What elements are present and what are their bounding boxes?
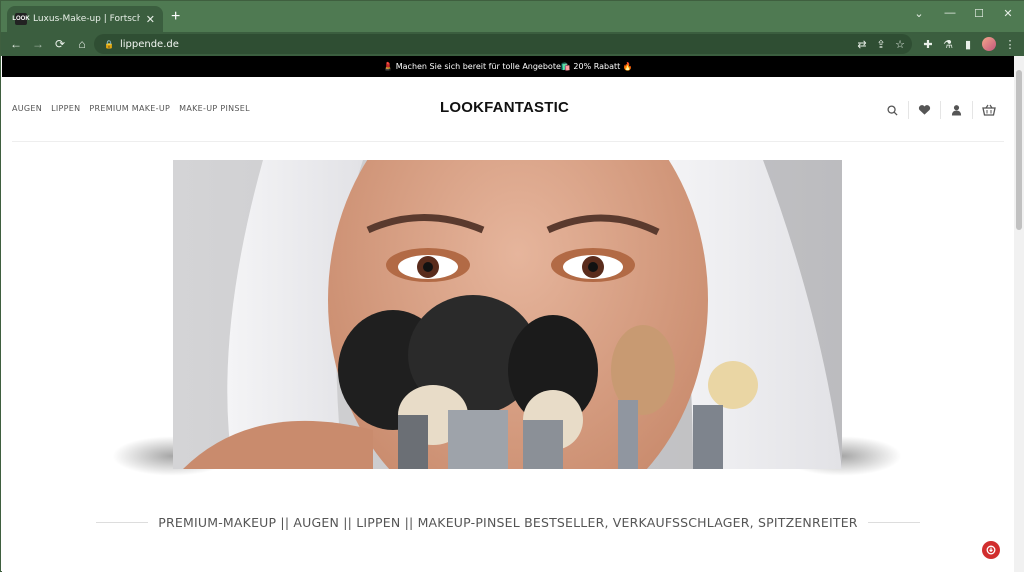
- lock-icon[interactable]: 🔒: [104, 40, 114, 49]
- nav-item-makeup-pinsel[interactable]: MAKE-UP PINSEL: [179, 104, 250, 113]
- nav-item-lippen[interactable]: LIPPEN: [51, 104, 80, 113]
- forward-icon[interactable]: →: [27, 33, 49, 55]
- main-nav: AUGEN LIPPEN PREMIUM MAKE-UP MAKE-UP PIN…: [12, 104, 250, 113]
- hero-image[interactable]: [173, 160, 842, 469]
- tab-strip: LOOK Luxus-Make-up | Fortschrittliche ✕ …: [1, 1, 1024, 32]
- divider-right: [867, 522, 920, 523]
- labs-flask-icon[interactable]: ⚗: [938, 34, 958, 54]
- avatar: [982, 37, 996, 51]
- menu-kebab-icon[interactable]: ⋮: [1000, 34, 1020, 54]
- heart-icon[interactable]: [908, 101, 940, 119]
- url-text: lippende.de: [119, 38, 179, 50]
- header-icons: [876, 101, 1004, 119]
- back-icon[interactable]: ←: [5, 33, 27, 55]
- site-header: AUGEN LIPPEN PREMIUM MAKE-UP MAKE-UP PIN…: [12, 77, 1004, 142]
- favicon: LOOK: [12, 13, 30, 25]
- scrollbar-thumb[interactable]: [1016, 70, 1022, 230]
- browser-window: LOOK Luxus-Make-up | Fortschrittliche ✕ …: [0, 0, 1024, 572]
- extensions-icon[interactable]: ✚: [918, 34, 938, 54]
- browser-toolbar: ← → ⟳ ⌂ 🔒 lippende.de ⇄ ⇪ ☆ ✚ ⚗ ▮ ⋮: [1, 32, 1024, 56]
- divider-left: [96, 522, 149, 523]
- nav-item-premium-makeup[interactable]: PREMIUM MAKE-UP: [89, 104, 170, 113]
- home-icon[interactable]: ⌂: [71, 33, 93, 55]
- tab-title: Luxus-Make-up | Fortschrittliche: [33, 14, 140, 24]
- side-panel-icon[interactable]: ▮: [958, 34, 978, 54]
- translate-icon[interactable]: ⇄: [852, 34, 872, 54]
- search-icon[interactable]: [876, 101, 908, 119]
- site-logo[interactable]: LOOKFANTASTIC: [440, 99, 569, 116]
- minimize-icon[interactable]: —: [936, 5, 964, 21]
- bookmark-star-icon[interactable]: ☆: [890, 34, 910, 54]
- profile-avatar[interactable]: [979, 34, 999, 54]
- reload-icon[interactable]: ⟳: [49, 33, 71, 55]
- section-heading: PREMIUM-MAKEUP || AUGEN || LIPPEN || MAK…: [2, 515, 1014, 530]
- user-icon[interactable]: [940, 101, 972, 119]
- maximize-icon[interactable]: ☐: [965, 5, 993, 21]
- promo-banner[interactable]: 💄 Machen Sie sich bereit für tolle Angeb…: [2, 56, 1014, 77]
- window-close-icon[interactable]: ✕: [994, 5, 1022, 21]
- address-bar[interactable]: 🔒 lippende.de: [94, 34, 912, 54]
- tab-search-icon[interactable]: ⌄: [905, 5, 933, 21]
- floating-action-button[interactable]: [982, 541, 1000, 559]
- section-title-text: PREMIUM-MAKEUP || AUGEN || LIPPEN || MAK…: [158, 515, 858, 530]
- web-page: 💄 Machen Sie sich bereit für tolle Angeb…: [2, 56, 1014, 572]
- new-tab-icon[interactable]: +: [171, 9, 180, 25]
- close-tab-icon[interactable]: ✕: [146, 13, 155, 26]
- page-scrollbar[interactable]: [1014, 56, 1024, 572]
- basket-icon[interactable]: [972, 101, 1004, 119]
- active-tab[interactable]: LOOK Luxus-Make-up | Fortschrittliche ✕: [7, 6, 163, 32]
- share-icon[interactable]: ⇪: [871, 34, 891, 54]
- nav-item-augen[interactable]: AUGEN: [12, 104, 42, 113]
